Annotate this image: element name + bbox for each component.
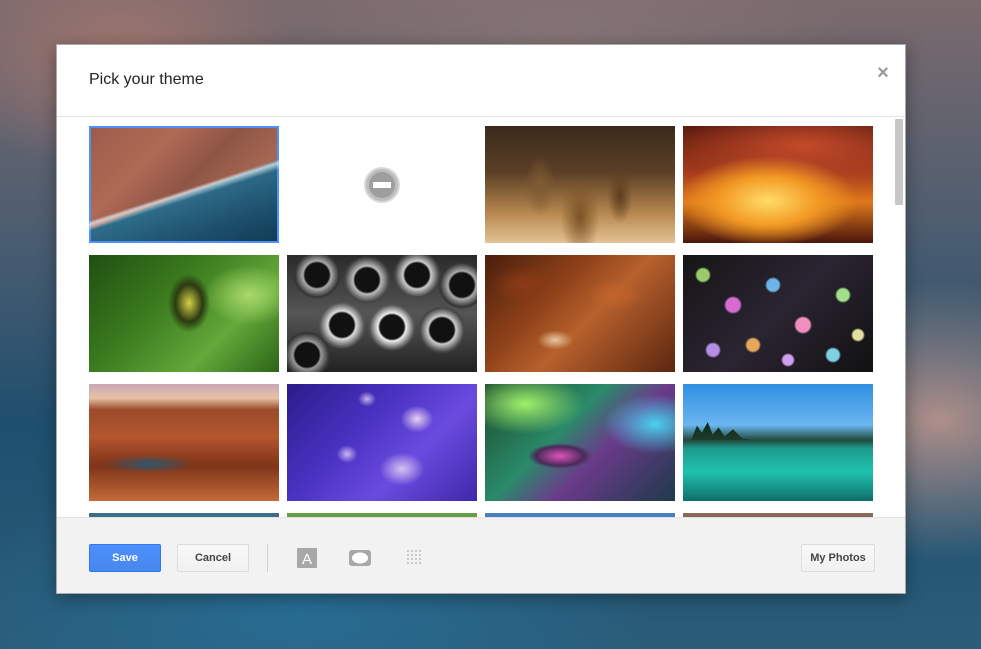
- dialog-header: Pick your theme ×: [57, 45, 905, 117]
- theme-tile-pipes[interactable]: [287, 255, 477, 372]
- theme-tile-color-ripple[interactable]: [485, 384, 675, 501]
- theme-tile-caterpillar[interactable]: [89, 255, 279, 372]
- theme-tile-grand-canyon[interactable]: [89, 384, 279, 501]
- scrollbar-thumb[interactable]: [895, 119, 903, 205]
- text-background-icon[interactable]: A: [296, 548, 318, 568]
- vignette-icon[interactable]: [349, 548, 371, 568]
- theme-tile-no-theme[interactable]: [287, 126, 477, 243]
- cancel-button[interactable]: Cancel: [177, 544, 249, 572]
- text-icon-letter: A: [302, 551, 312, 568]
- my-photos-button[interactable]: My Photos: [801, 544, 875, 572]
- theme-tile-autumn-leaves[interactable]: [485, 255, 675, 372]
- save-button[interactable]: Save: [89, 544, 161, 572]
- toolbar-divider: [267, 544, 268, 572]
- theme-tile-chess[interactable]: [485, 126, 675, 243]
- theme-tile-bokeh-lights[interactable]: [683, 255, 873, 372]
- theme-tile-coast-aerial[interactable]: [89, 126, 279, 243]
- tile-overlay: [89, 126, 279, 243]
- dialog-title: Pick your theme: [89, 71, 204, 88]
- theme-grid: [57, 118, 905, 517]
- theme-tile-lake[interactable]: [683, 384, 873, 501]
- tile-overlay: [691, 422, 751, 440]
- theme-tile-jellyfish[interactable]: [287, 384, 477, 501]
- dialog-footer: Save Cancel A My Photos: [57, 517, 905, 593]
- no-theme-icon: [364, 167, 400, 203]
- theme-picker-dialog: Pick your theme × Save Cancel A My Photo…: [56, 44, 906, 594]
- theme-tile-canyon-glow[interactable]: [683, 126, 873, 243]
- close-icon[interactable]: ×: [873, 63, 893, 83]
- blur-icon[interactable]: [404, 548, 426, 568]
